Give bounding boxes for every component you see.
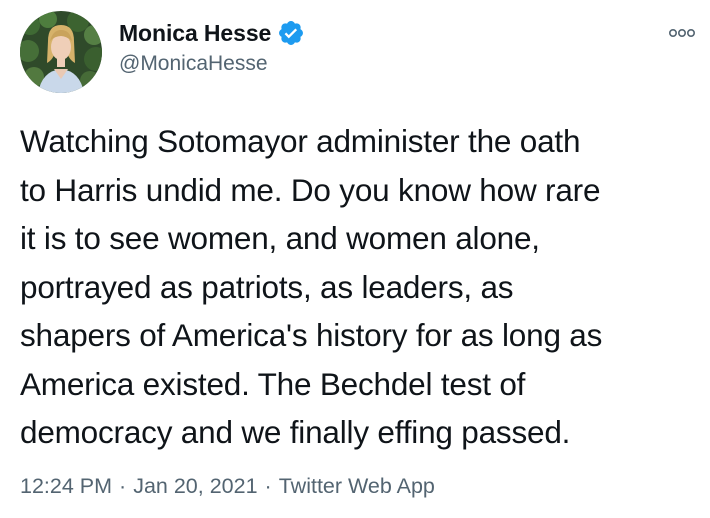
author-name-row: Monica Hesse (119, 18, 305, 48)
tweet-card: Monica Hesse @MonicaHesse Watching Sotom… (0, 0, 710, 518)
avatar[interactable] (20, 11, 102, 93)
author-handle[interactable]: @MonicaHesse (119, 52, 305, 76)
tweet-source: Twitter Web App (278, 474, 435, 498)
tweet-metadata: 12:24 PM · Jan 20, 2021 · Twitter Web Ap… (20, 474, 435, 499)
verified-badge-icon (277, 19, 305, 47)
author-block: Monica Hesse @MonicaHesse (119, 18, 305, 76)
author-display-name[interactable]: Monica Hesse (119, 20, 271, 47)
meta-separator: · (119, 474, 127, 498)
tweet-date[interactable]: Jan 20, 2021 (133, 474, 257, 499)
meta-separator: · (264, 474, 272, 498)
more-options-icon[interactable] (668, 24, 696, 42)
tweet-time[interactable]: 12:24 PM (20, 474, 112, 499)
avatar-photo (20, 11, 102, 93)
tweet-text: Watching Sotomayor administer the oath t… (20, 123, 603, 450)
